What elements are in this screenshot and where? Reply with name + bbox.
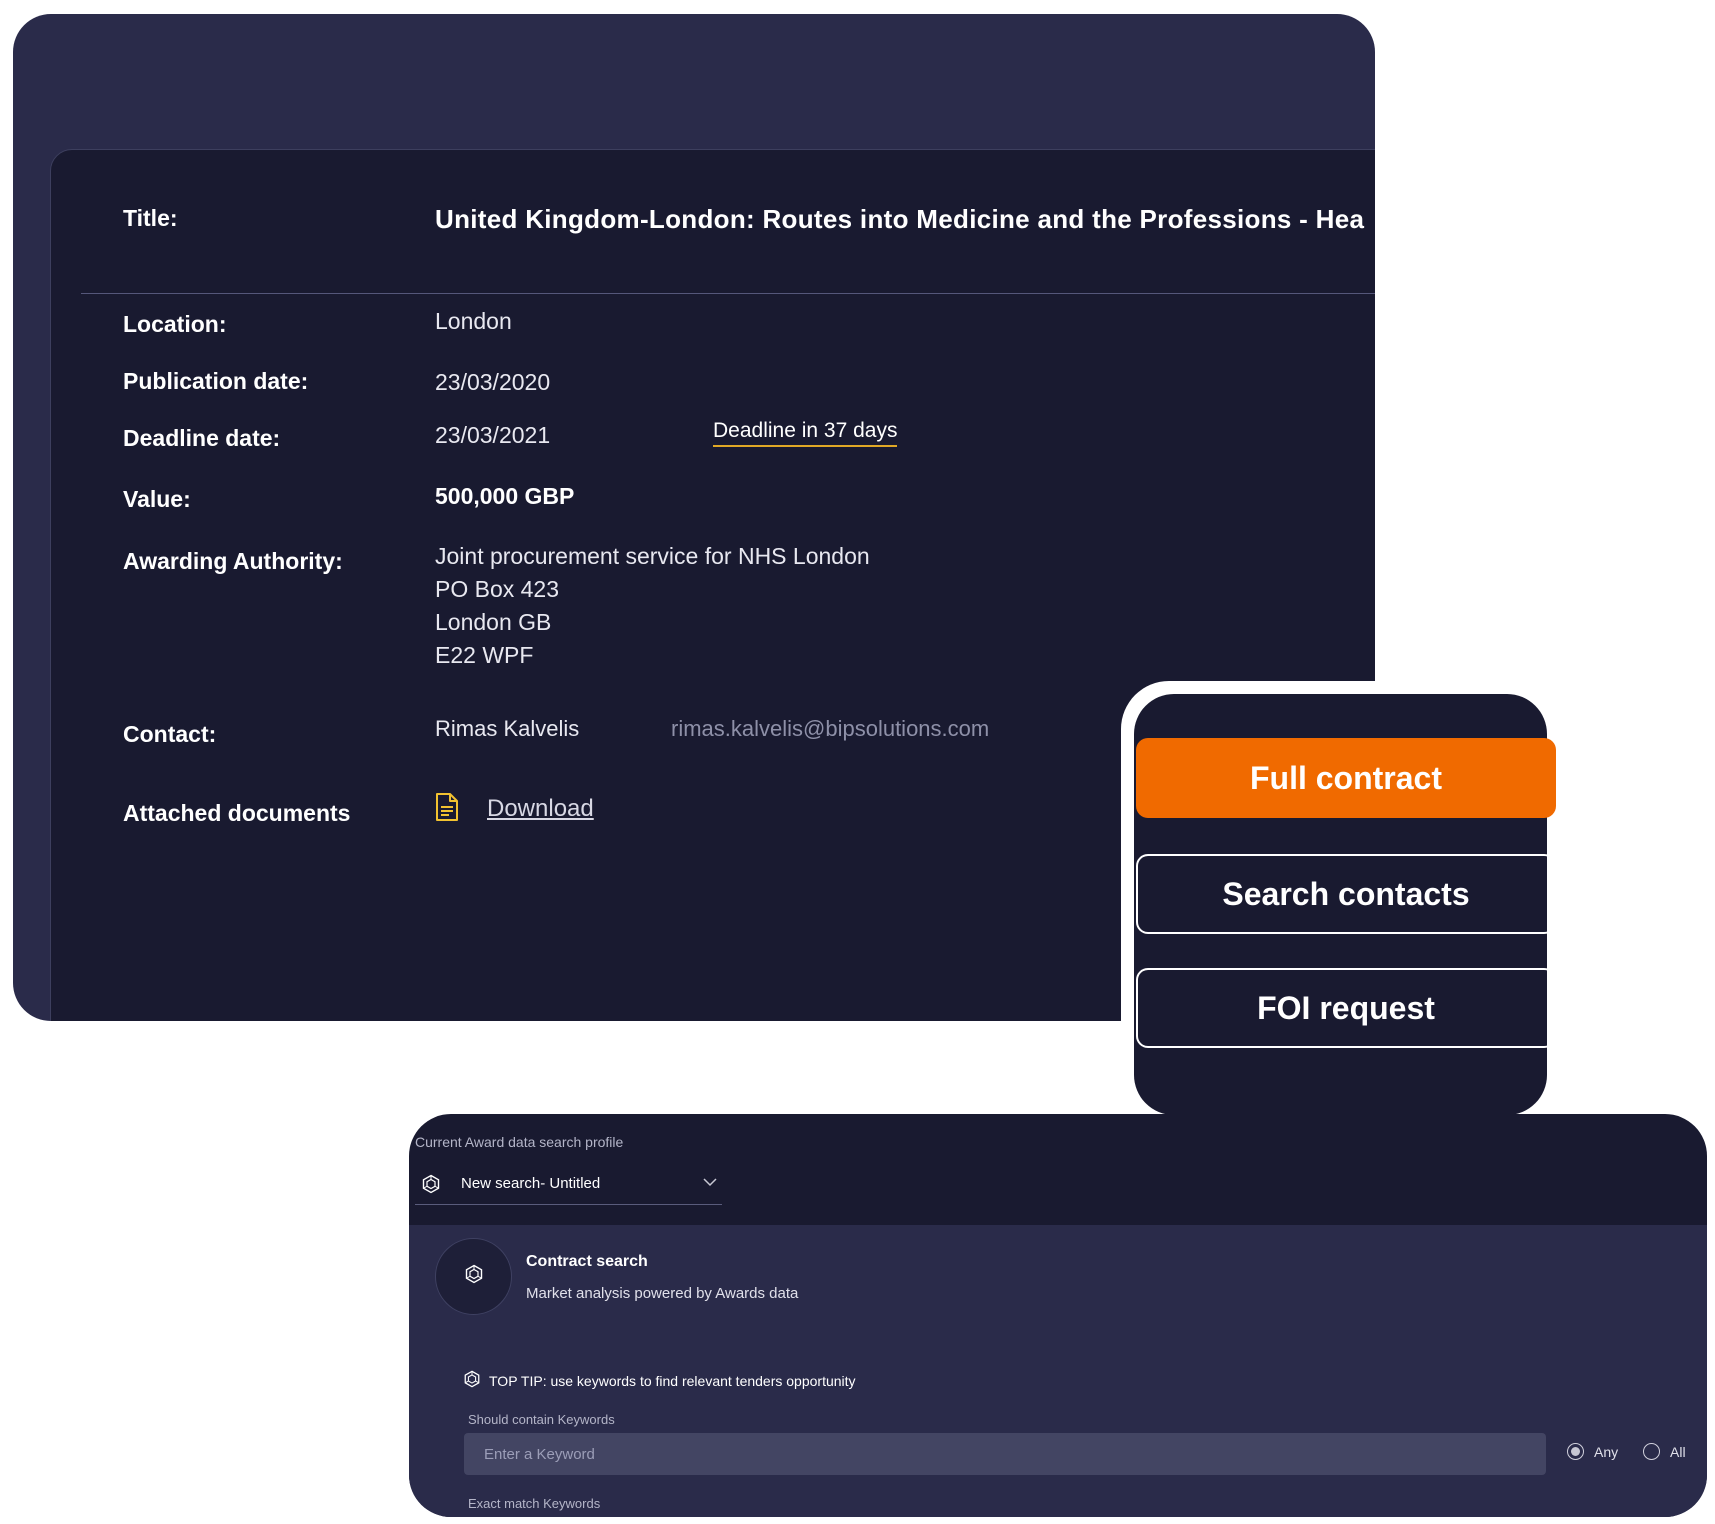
authority-line: E22 WPF [435, 642, 534, 668]
contract-search-title: Contract search [526, 1253, 648, 1270]
top-tip-text: TOP TIP: use keywords to find relevant t… [489, 1372, 856, 1389]
radio-all-indicator[interactable] [1643, 1443, 1660, 1460]
publication-date-value: 23/03/2020 [435, 369, 551, 395]
chevron-down-icon [702, 1174, 718, 1195]
location-label: Location: [123, 311, 227, 337]
full-contract-button[interactable]: Full contract [1136, 738, 1556, 818]
exact-match-label: Exact match Keywords [468, 1496, 601, 1511]
keyword-input[interactable] [464, 1433, 1546, 1475]
radio-any-indicator[interactable] [1567, 1443, 1584, 1460]
value-label: Value: [123, 486, 191, 512]
location-value: London [435, 308, 512, 334]
hex-logo-icon [464, 1264, 484, 1289]
contact-name: Rimas Kalvelis [435, 716, 580, 741]
authority-line: Joint procurement service for NHS London [435, 543, 870, 569]
radio-all[interactable]: All [1643, 1443, 1686, 1460]
radio-any[interactable]: Any [1567, 1443, 1618, 1460]
search-profile-label: Current Award data search profile [415, 1134, 624, 1150]
action-card-frame: Full contract Search contacts FOI reques… [1121, 681, 1560, 1128]
search-contacts-button[interactable]: Search contacts [1136, 854, 1556, 934]
deadline-date-value: 23/03/2021 [435, 422, 551, 448]
deadline-countdown: Deadline in 37 days [713, 419, 898, 447]
awarding-authority-address: Joint procurement service for NHS London… [435, 540, 870, 672]
contact-label: Contact: [123, 721, 217, 747]
title-label: Title: [123, 205, 178, 231]
authority-line: London GB [435, 609, 552, 635]
radio-all-label: All [1670, 1443, 1686, 1460]
action-card: Full contract Search contacts FOI reques… [1134, 694, 1556, 1115]
contract-search-badge [435, 1238, 512, 1315]
authority-line: PO Box 423 [435, 576, 560, 602]
keyword-form: TOP TIP: use keywords to find relevant t… [409, 1328, 1707, 1517]
search-card: Current Award data search profile New se… [409, 1114, 1707, 1517]
document-icon [435, 792, 459, 827]
download-link[interactable]: Download [487, 795, 594, 823]
tender-title: United Kingdom-London: Routes into Medic… [435, 204, 1365, 234]
radio-any-label: Any [1594, 1443, 1619, 1460]
top-tip: TOP TIP: use keywords to find relevant t… [463, 1370, 856, 1391]
attached-documents-label: Attached documents [123, 800, 351, 826]
deadline-date-label: Deadline date: [123, 425, 281, 451]
should-contain-label: Should contain Keywords [468, 1412, 615, 1427]
foi-request-button[interactable]: FOI request [1136, 968, 1556, 1048]
awarding-authority-label: Awarding Authority: [123, 548, 343, 574]
search-profile-value: New search- Untitled [461, 1175, 601, 1192]
publication-date-label: Publication date: [123, 368, 309, 394]
contract-value: 500,000 GBP [435, 483, 575, 509]
title-divider [81, 293, 1375, 294]
hex-logo-icon [463, 1370, 481, 1391]
search-profile-select[interactable]: New search- Untitled [415, 1169, 722, 1205]
contact-email[interactable]: rimas.kalvelis@bipsolutions.com [671, 716, 989, 742]
contract-search-header: Contract search Market analysis powered … [409, 1225, 1707, 1328]
contract-search-subtitle: Market analysis powered by Awards data [526, 1285, 799, 1302]
hex-logo-icon [421, 1174, 441, 1199]
